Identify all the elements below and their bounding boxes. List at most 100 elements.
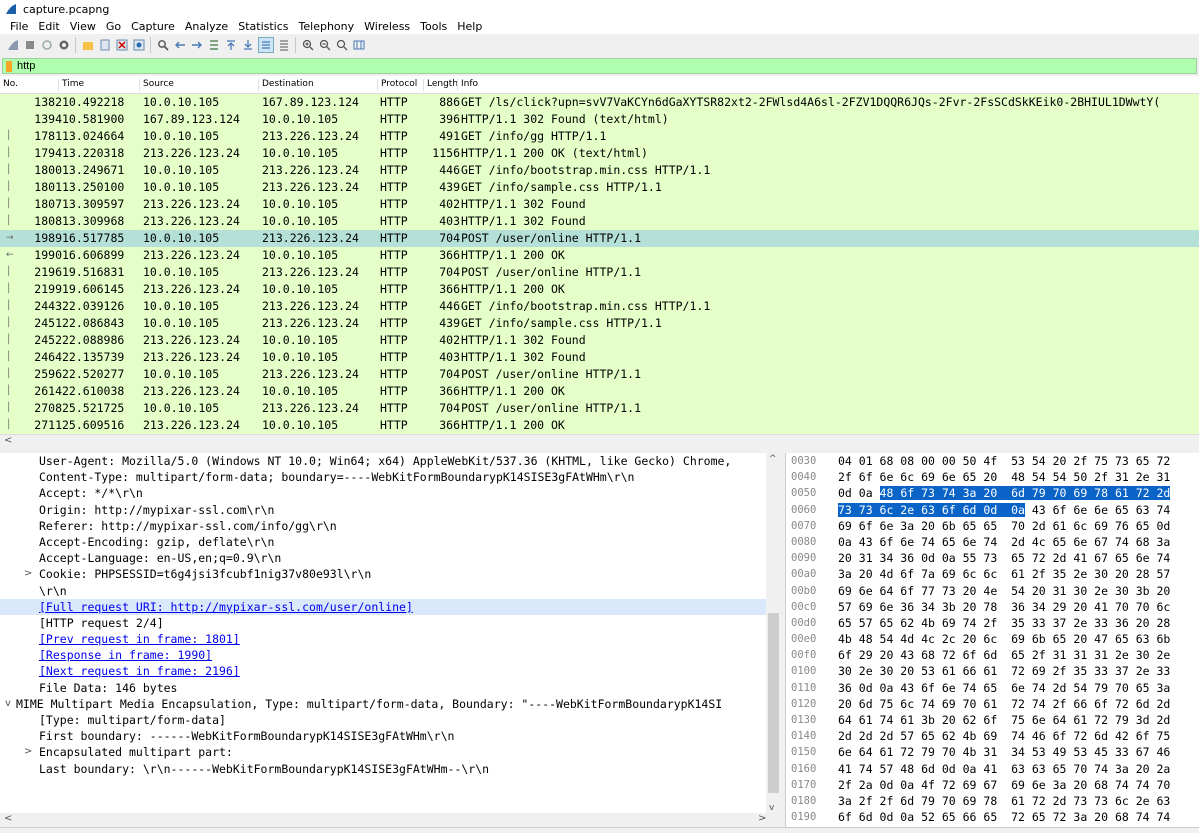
- detail-row[interactable]: [Prev request in frame: 1801]: [0, 631, 781, 647]
- find-packet-icon[interactable]: [156, 38, 170, 52]
- go-first-packet-icon[interactable]: [224, 38, 238, 52]
- packet-row[interactable]: │ 1801 13.250100 10.0.10.105 213.226.123.24 H…: [0, 179, 1199, 196]
- bytes-row[interactable]: 0070 69 6f 6e 3a 20 6b 65 65 70 2d 61 6c …: [786, 518, 1199, 534]
- reload-file-icon[interactable]: [132, 38, 146, 52]
- bookmark-icon[interactable]: [6, 60, 12, 72]
- bytes-row[interactable]: 0040 2f 6f 6e 6c 69 6e 65 20 48 54 54 50 …: [786, 469, 1199, 485]
- bytes-row[interactable]: 00a0 3a 20 4d 6f 7a 69 6c 6c 61 2f 35 2e …: [786, 566, 1199, 582]
- bytes-row[interactable]: 0060 73 73 6c 2e 63 6f 6d 0d 0a 43 6f 6e …: [786, 502, 1199, 518]
- go-last-packet-icon[interactable]: [241, 38, 255, 52]
- zoom-in-icon[interactable]: [301, 38, 315, 52]
- detail-link[interactable]: [Next request in frame: 2196]: [39, 663, 240, 679]
- detail-link[interactable]: [Full request URI: http://mypixar-ssl.co…: [39, 599, 413, 615]
- zoom-out-icon[interactable]: [318, 38, 332, 52]
- detail-row[interactable]: Accept-Language: en-US,en;q=0.9\r\n: [0, 550, 781, 566]
- save-file-icon[interactable]: [98, 38, 112, 52]
- bytes-row[interactable]: 0150 6e 64 61 72 79 70 4b 31 34 53 49 53 …: [786, 744, 1199, 760]
- detail-row[interactable]: \r\n: [0, 583, 781, 599]
- menu-help[interactable]: Help: [452, 20, 487, 33]
- detail-row[interactable]: Content-Type: multipart/form-data; bound…: [0, 469, 781, 485]
- collapsed-arrow-icon[interactable]: >: [24, 744, 32, 760]
- packet-row[interactable]: │ 2199 19.606145 213.226.123.24 10.0.10.105 H…: [0, 281, 1199, 298]
- detail-row[interactable]: File Data: 146 bytes: [0, 680, 781, 696]
- packet-row[interactable]: → 1989 16.517785 10.0.10.105 213.226.123.24 H…: [0, 230, 1199, 247]
- bytes-row[interactable]: 0130 64 61 74 61 3b 20 62 6f 75 6e 64 61 …: [786, 712, 1199, 728]
- detail-row[interactable]: Last boundary: \r\n------WebKitFormBound…: [0, 761, 781, 777]
- bytes-row[interactable]: 0090 20 31 34 36 0d 0a 55 73 65 72 2d 41 …: [786, 550, 1199, 566]
- menu-wireless[interactable]: Wireless: [359, 20, 415, 33]
- scroll-right-icon[interactable]: >: [758, 813, 766, 824]
- capture-options-icon[interactable]: [57, 38, 71, 52]
- packet-row[interactable]: │ 2452 22.088986 213.226.123.24 10.0.10.105 H…: [0, 332, 1199, 349]
- packet-row[interactable]: ← 1990 16.606899 213.226.123.24 10.0.10.105 H…: [0, 247, 1199, 264]
- column-time[interactable]: Time: [58, 79, 84, 91]
- packet-row[interactable]: │ 2464 22.135739 213.226.123.24 10.0.10.105 H…: [0, 349, 1199, 366]
- detail-row[interactable]: [Next request in frame: 2196]: [0, 663, 781, 679]
- detail-link[interactable]: [Prev request in frame: 1801]: [39, 631, 240, 647]
- bytes-row[interactable]: 00f0 6f 29 20 43 68 72 6f 6d 65 2f 31 31 …: [786, 647, 1199, 663]
- start-capture-icon[interactable]: [6, 38, 20, 52]
- menu-analyze[interactable]: Analyze: [180, 20, 233, 33]
- packet-row[interactable]: │ 2614 22.610038 213.226.123.24 10.0.10.105 H…: [0, 383, 1199, 400]
- scroll-up-icon[interactable]: ^: [769, 454, 777, 464]
- column-no[interactable]: No.: [0, 79, 18, 91]
- column-protocol[interactable]: Protocol: [377, 79, 417, 91]
- collapsed-arrow-icon[interactable]: >: [24, 566, 32, 582]
- packet-row[interactable]: │ 2451 22.086843 10.0.10.105 213.226.123.24 H…: [0, 315, 1199, 332]
- column-info[interactable]: Info: [457, 79, 478, 91]
- bytes-row[interactable]: 00c0 57 69 6e 36 34 3b 20 78 36 34 29 20 …: [786, 599, 1199, 615]
- detail-row[interactable]: [Full request URI: http://mypixar-ssl.co…: [0, 598, 781, 615]
- bytes-row[interactable]: 0100 30 2e 30 20 53 61 66 61 72 69 2f 35 …: [786, 663, 1199, 679]
- packet-row[interactable]: 1382 10.492218 10.0.10.105 167.89.123.124 HT…: [0, 94, 1199, 111]
- bytes-row[interactable]: 0050 0d 0a 48 6f 73 74 3a 20 6d 79 70 69 …: [786, 485, 1199, 501]
- detail-row[interactable]: Accept-Encoding: gzip, deflate\r\n: [0, 534, 781, 550]
- go-to-packet-icon[interactable]: [207, 38, 221, 52]
- menu-view[interactable]: View: [65, 20, 101, 33]
- bytes-row[interactable]: 00d0 65 57 65 62 4b 69 74 2f 35 33 37 2e …: [786, 615, 1199, 631]
- detail-row[interactable]: Origin: http://mypixar-ssl.com\r\n: [0, 502, 781, 518]
- stop-capture-icon[interactable]: [23, 38, 37, 52]
- zoom-normal-icon[interactable]: [335, 38, 349, 52]
- menu-edit[interactable]: Edit: [33, 20, 64, 33]
- packet-list-hscrollbar[interactable]: <: [0, 434, 1199, 448]
- menu-capture[interactable]: Capture: [126, 20, 180, 33]
- detail-row[interactable]: Accept: */*\r\n: [0, 485, 781, 501]
- detail-row[interactable]: First boundary: ------WebKitFormBoundary…: [0, 728, 781, 744]
- menu-go[interactable]: Go: [101, 20, 126, 33]
- bytes-row[interactable]: 0190 6f 6d 0d 0a 52 65 66 65 72 65 72 3a …: [786, 809, 1199, 825]
- packet-row[interactable]: │ 2708 25.521725 10.0.10.105 213.226.123.24 H…: [0, 400, 1199, 417]
- scroll-left-icon[interactable]: <: [4, 435, 12, 446]
- detail-row[interactable]: [Type: multipart/form-data]: [0, 712, 781, 728]
- detail-row[interactable]: [HTTP request 2/4]: [0, 615, 781, 631]
- go-forward-icon[interactable]: [190, 38, 204, 52]
- column-destination[interactable]: Destination: [258, 79, 314, 91]
- packet-row[interactable]: │ 1781 13.024664 10.0.10.105 213.226.123.24 H…: [0, 128, 1199, 145]
- bytes-row[interactable]: 0140 2d 2d 2d 57 65 62 4b 69 74 46 6f 72 …: [786, 728, 1199, 744]
- packet-row[interactable]: │ 2711 25.609516 213.226.123.24 10.0.10.105 H…: [0, 417, 1199, 434]
- bytes-row[interactable]: 0080 0a 43 6f 6e 74 65 6e 74 2d 4c 65 6e …: [786, 534, 1199, 550]
- packet-row[interactable]: │ 1808 13.309968 213.226.123.24 10.0.10.105 H…: [0, 213, 1199, 230]
- detail-row[interactable]: > Cookie: PHPSESSID=t6g4jsi3fcubf1nig37v8…: [0, 566, 781, 582]
- go-back-icon[interactable]: [173, 38, 187, 52]
- bytes-row[interactable]: 0180 3a 2f 2f 6d 79 70 69 78 61 72 2d 73 …: [786, 793, 1199, 809]
- packet-row[interactable]: │ 2443 22.039126 10.0.10.105 213.226.123.24 H…: [0, 298, 1199, 315]
- menu-file[interactable]: File: [0, 20, 33, 33]
- expanded-arrow-icon[interactable]: v: [5, 696, 11, 712]
- resize-columns-icon[interactable]: [352, 38, 366, 52]
- restart-capture-icon[interactable]: [40, 38, 54, 52]
- bytes-row[interactable]: 00b0 69 6e 64 6f 77 73 20 4e 54 20 31 30 …: [786, 583, 1199, 599]
- menu-telephony[interactable]: Telephony: [294, 20, 360, 33]
- packet-row[interactable]: 1394 10.581900 167.89.123.124 10.0.10.105 HT…: [0, 111, 1199, 128]
- details-vscrollbar[interactable]: ^ v: [766, 453, 781, 813]
- detail-row[interactable]: Referer: http://mypixar-ssl.com/info/gg\…: [0, 518, 781, 534]
- scroll-down-icon[interactable]: v: [769, 803, 774, 813]
- packet-row[interactable]: │ 2196 19.516831 10.0.10.105 213.226.123.24 H…: [0, 264, 1199, 281]
- scrollbar-thumb[interactable]: [768, 613, 779, 793]
- detail-link[interactable]: [Response in frame: 1990]: [39, 647, 212, 663]
- column-length[interactable]: Length: [423, 79, 458, 91]
- bytes-row[interactable]: 0170 2f 2a 0d 0a 4f 72 69 67 69 6e 3a 20 …: [786, 777, 1199, 793]
- close-file-icon[interactable]: [115, 38, 129, 52]
- bytes-row[interactable]: 0030 04 01 68 08 00 00 50 4f 53 54 20 2f …: [786, 453, 1199, 469]
- details-hscrollbar[interactable]: < >: [0, 813, 781, 827]
- packet-row[interactable]: │ 1807 13.309597 213.226.123.24 10.0.10.105 H…: [0, 196, 1199, 213]
